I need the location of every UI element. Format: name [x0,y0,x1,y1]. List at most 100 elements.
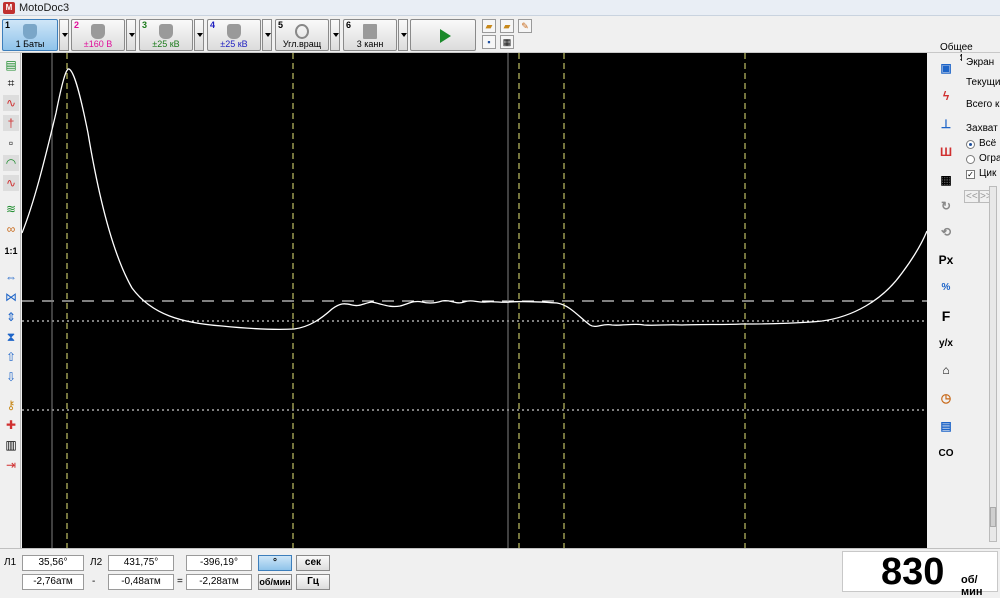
channel-2-button[interactable]: 2 ±160 В [71,19,125,51]
save-icon[interactable]: ▪ [482,35,496,49]
l1-value: -2,76атм [22,574,84,590]
right-tool-15[interactable]: CO [935,443,957,465]
exit-icon[interactable]: ⇥ [3,457,19,473]
channel-4-button[interactable]: 4 ±25 кВ [207,19,261,51]
marker-icon[interactable]: ✚ [3,417,19,433]
display-icon: ▤ [940,419,952,433]
right-tool-11[interactable]: y/x [935,333,957,355]
right-tool-12[interactable]: ⌂ [935,359,957,381]
lightning-icon: ϟ [942,89,950,103]
capture-limit-radio[interactable] [966,155,975,164]
wrench-icon[interactable]: ✎ [518,19,532,33]
channel-4-dropdown[interactable] [262,19,272,51]
hv-probe-icon [159,24,173,39]
gauge-icon[interactable]: ◠ [3,155,19,171]
channel-1-button[interactable]: 1 1 Баты [2,19,58,51]
channel-5-button[interactable]: 5 Угл.вращ [275,19,329,51]
probe-icon [91,24,105,39]
compress-vertical-icon[interactable]: ⧗ [3,329,19,345]
right-tool-3[interactable]: ⊥ [935,113,957,135]
ratio-icon: y/x [939,338,953,349]
calculator-icon: ▦ [940,173,952,187]
sensor-icon [23,24,37,39]
channel-6-button[interactable]: 6 3 канн [343,19,397,51]
scrollbar-thumb[interactable] [990,507,996,527]
capture-all-radio[interactable] [966,140,975,149]
unit-degree-button[interactable]: ° [258,555,292,571]
capture-all-label: Всё [979,138,997,149]
l1-angle: 35,56° [22,555,84,571]
channel-6-dropdown[interactable] [398,19,408,51]
channel-2-label: ±160 В [83,39,113,49]
unit-rpm-button[interactable]: об/мин [258,574,292,590]
sine-icon[interactable]: ∿ [3,175,19,191]
channel-1-label: 1 Баты [15,39,45,49]
rotate-all-icon: ⟲ [940,225,952,239]
right-tool-7[interactable]: ⟲ [935,221,957,243]
scale-1to1-icon[interactable]: 1:1 [3,243,19,259]
screen-label: Экран [966,57,995,68]
channel-5-number: 5 [278,20,284,30]
channel-1-number: 1 [5,20,11,30]
channel-4-label: ±25 кВ [220,39,248,49]
current-label: Текущи [966,77,1000,88]
channel-6-number: 6 [346,20,352,30]
l2-value: -0,48атм [108,574,174,590]
expand-vertical-icon[interactable]: ⇕ [3,309,19,325]
unit-sec-button[interactable]: сек [296,555,330,571]
rpm-unit: об/мин [961,574,983,598]
camshaft-icon [363,24,377,39]
grid-icon[interactable]: ▦ [500,35,514,49]
total-label: Всего к [966,99,1000,110]
oscilloscope-plot[interactable] [22,53,927,548]
channel-3-button[interactable]: 3 ±25 кВ [139,19,193,51]
right-tool-13[interactable]: ◷ [935,387,957,409]
left-toolbar: ▤ ⌗ ∿ † ▫ ◠ ∿ ≋ ∞ 1:1 ⇔ ⋈ ⇕ ⧗ ⇧ ⇩ ⚷ ✚ ▥ … [0,53,21,548]
arrow-up-icon[interactable]: ⇧ [3,349,19,365]
arrow-down-icon[interactable]: ⇩ [3,369,19,385]
glasses-icon[interactable]: ∞ [3,221,19,237]
capture-limit-label: Огра [979,153,1000,164]
compress-horizontal-icon[interactable]: ⋈ [3,289,19,305]
open-folder-icon[interactable]: ▰ [482,19,496,33]
key-icon[interactable]: ⚷ [3,397,19,413]
channel-6-label: 3 канн [356,39,384,49]
rotation-icon [295,24,309,39]
right-tool-9[interactable]: % [935,277,957,299]
lock-icon[interactable]: ▫ [3,135,19,151]
minus-sign: - [92,576,96,587]
cursor-mark-icon[interactable]: † [3,115,19,131]
capture-label: Захват [966,123,998,134]
channel-2-dropdown[interactable] [126,19,136,51]
cycle-checkbox[interactable]: ✓ [966,170,975,179]
multi-wave-icon[interactable]: ≋ [3,201,19,217]
right-tool-6[interactable]: ↻ [935,195,957,217]
channel-2-number: 2 [74,20,80,30]
right-tool-4[interactable]: Ш [935,141,957,163]
channels-icon[interactable]: ▤ [3,57,19,73]
channel-3-dropdown[interactable] [194,19,204,51]
play-button[interactable] [410,19,476,51]
channel-5-dropdown[interactable] [330,19,340,51]
pressure-trace [22,68,927,331]
right-tool-8[interactable]: Px [935,249,957,271]
equals-sign: = [177,576,183,587]
printer-icon[interactable]: ▥ [3,437,19,453]
pulse-blue-icon: ⊥ [940,117,952,131]
crop-icon[interactable]: ⌗ [3,75,19,91]
delta-value: -2,28атм [186,574,252,590]
window-title: MotoDoc3 [19,1,70,14]
rpm-value: 830 [881,551,945,593]
right-tool-14[interactable]: ▤ [935,415,957,437]
open-file-icon[interactable]: ▰ [500,19,514,33]
right-tool-10[interactable]: F [935,305,957,327]
right-tool-1[interactable]: ▣ [935,57,957,79]
channel-5-label: Угл.вращ [282,39,322,49]
unit-hz-button[interactable]: Гц [296,574,330,590]
channel-1-dropdown[interactable] [59,19,69,51]
right-tool-2[interactable]: ϟ [935,85,957,107]
expand-horizontal-icon[interactable]: ⇔ [3,269,19,285]
right-panel-scrollbar[interactable] [989,186,997,542]
waveform-red-icon[interactable]: ∿ [3,95,19,111]
right-tool-5[interactable]: ▦ [935,169,957,191]
